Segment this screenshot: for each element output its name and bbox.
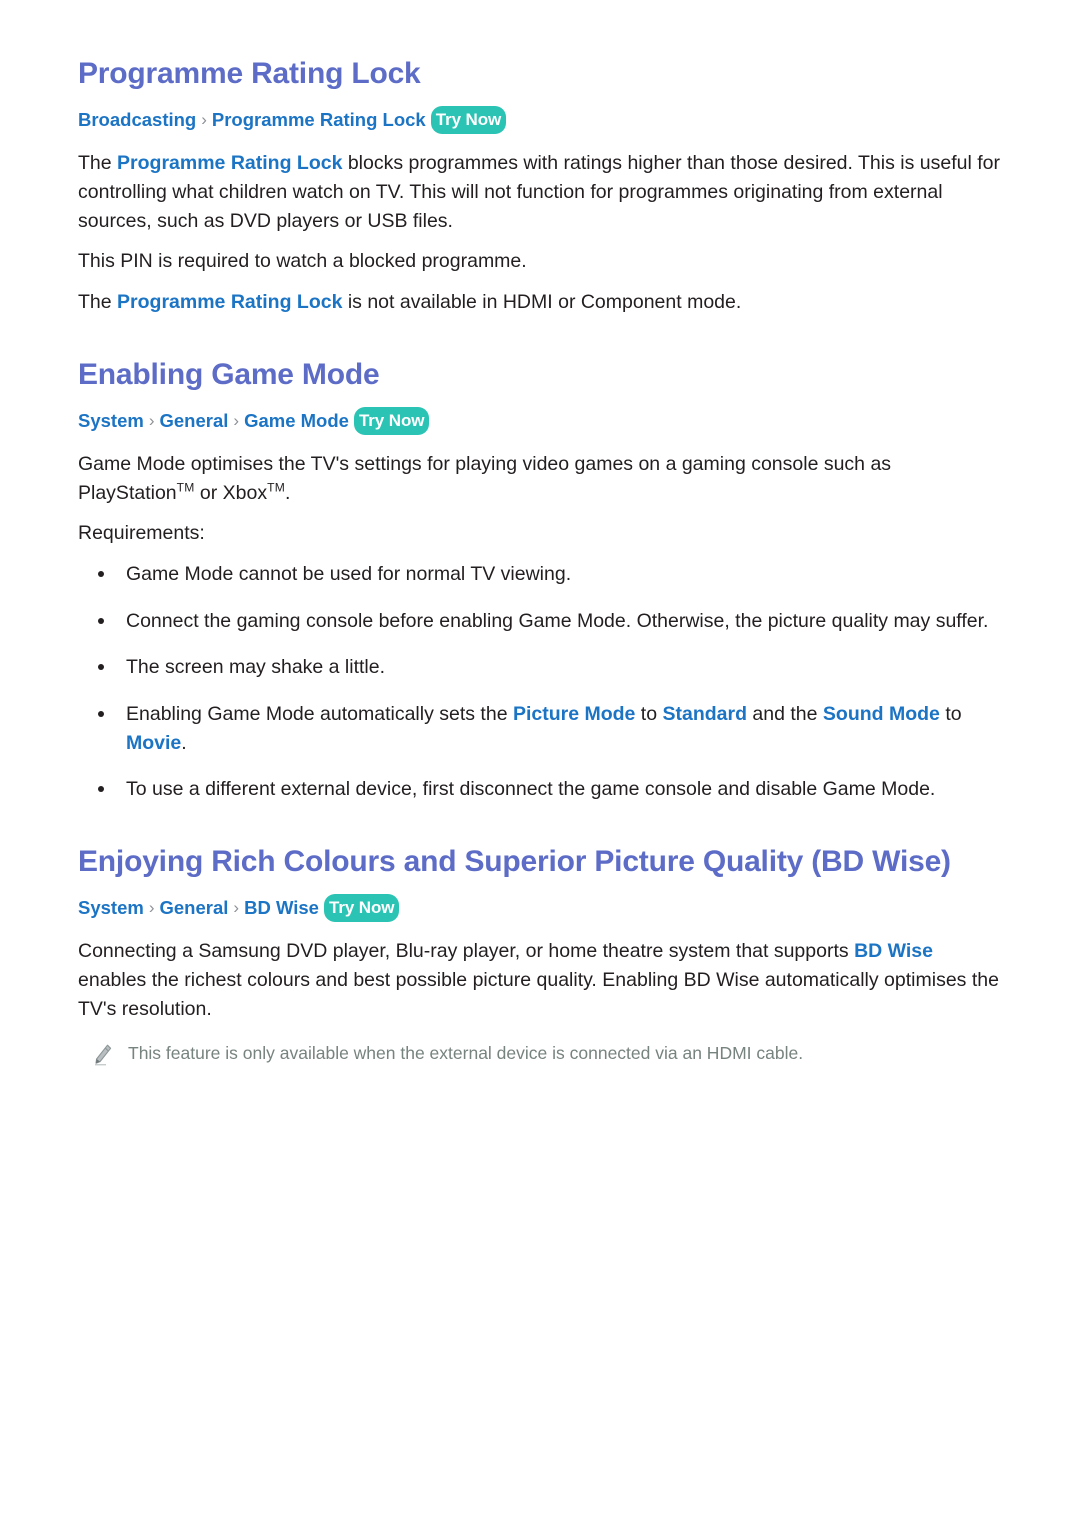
text-run: to — [939, 703, 962, 725]
breadcrumb-item[interactable]: Programme Rating Lock — [212, 109, 426, 130]
text-run: . — [181, 731, 187, 754]
inline-highlight: Movie — [126, 731, 182, 754]
text-run: The — [78, 152, 118, 175]
chevron-right-icon: › — [148, 898, 155, 918]
section-heading: Enabling Game Mode — [78, 357, 380, 391]
breadcrumb-item[interactable]: System — [78, 410, 144, 431]
chevron-right-icon: › — [233, 898, 240, 918]
body-paragraph: Connecting a Samsung DVD player, Blu-ray… — [78, 937, 1002, 1023]
inline-highlight: BD Wise — [854, 940, 933, 963]
breadcrumb-item[interactable]: System — [78, 897, 144, 918]
text-run: . — [284, 481, 291, 504]
text-run: to — [635, 703, 663, 725]
section-bd-wise: Enjoying Rich Colours and Superior Pictu… — [78, 844, 1002, 1067]
requirements-list: Game Mode cannot be used for normal TV v… — [78, 560, 1002, 804]
text-run: Requirements: — [78, 522, 205, 545]
section-heading: Enjoying Rich Colours and Superior Pictu… — [78, 844, 951, 878]
note-text: This feature is only available when the … — [128, 1043, 804, 1064]
body-paragraph: The Programme Rating Lock blocks program… — [78, 149, 1002, 235]
document-page: Programme Rating Lock Broadcasting › Progra… — [0, 0, 1080, 1527]
text-run: This PIN is required to watch a blocked … — [78, 250, 527, 273]
chevron-right-icon: › — [233, 411, 240, 431]
inline-highlight: Standard — [662, 703, 748, 725]
inline-highlight: Sound Mode — [822, 703, 940, 725]
sections-container: Programme Rating Lock Broadcasting › Progra… — [78, 56, 1002, 1067]
section-heading: Programme Rating Lock — [78, 57, 421, 90]
breadcrumb-item[interactable]: General — [160, 410, 229, 431]
text-run: and the — [747, 703, 823, 725]
list-item: To use a different external device, firs… — [78, 775, 1002, 804]
list-item: Enabling Game Mode automatically sets th… — [78, 700, 1002, 757]
note-callout: This feature is only available when the … — [78, 1041, 1002, 1067]
text-run: Connect the gaming console before enabli… — [126, 609, 989, 632]
try-now-badge[interactable]: Try Now — [430, 106, 507, 135]
text-run: or Xbox — [194, 481, 268, 504]
text-run: To use a different external device, firs… — [126, 778, 936, 801]
text-run: The screen may shake a little. — [126, 656, 386, 679]
list-item: Game Mode cannot be used for normal TV v… — [78, 560, 1002, 589]
breadcrumb-item[interactable]: Game Mode — [244, 410, 349, 431]
try-now-badge[interactable]: Try Now — [323, 894, 400, 923]
inline-highlight: Programme Rating Lock — [117, 291, 343, 314]
chevron-right-icon: › — [148, 411, 155, 431]
body-paragraph: Requirements: — [78, 519, 1002, 548]
text-run: is not available in HDMI or Component mo… — [342, 291, 742, 314]
trademark-symbol: TM — [267, 480, 285, 495]
inline-highlight: Programme Rating Lock — [117, 152, 343, 175]
body-paragraph: Game Mode optimises the TV's settings fo… — [78, 450, 1002, 507]
section-enabling-game-mode: Enabling Game Mode System › General › Game Mo… — [78, 357, 1002, 804]
text-run: Game Mode cannot be used for normal TV v… — [126, 563, 572, 586]
breadcrumb: System › General › Game Mode Try Now — [78, 407, 1002, 436]
inline-highlight: Picture Mode — [512, 703, 636, 725]
breadcrumb-item[interactable]: General — [160, 897, 229, 918]
trademark-symbol: TM — [176, 480, 195, 495]
pencil-icon — [92, 1043, 114, 1067]
list-item: The screen may shake a little. — [78, 653, 1002, 682]
body-paragraph: The Programme Rating Lock is not availab… — [78, 288, 1002, 317]
section-programme-rating-lock: Programme Rating Lock Broadcasting › Progra… — [78, 56, 1002, 317]
text-run: Connecting a Samsung DVD player, Blu-ray… — [78, 940, 855, 963]
text-run: The — [78, 291, 118, 314]
breadcrumb: Broadcasting › Programme Rating Lock Try No… — [78, 106, 1002, 135]
breadcrumb-item[interactable]: BD Wise — [244, 897, 319, 918]
try-now-badge[interactable]: Try Now — [353, 407, 430, 436]
chevron-right-icon: › — [201, 110, 207, 130]
body-paragraph: This PIN is required to watch a blocked … — [78, 247, 1002, 276]
text-run: Enabling Game Mode automatically sets th… — [126, 703, 513, 725]
text-run: enables the richest colours and best pos… — [78, 969, 999, 1020]
breadcrumb: System › General › BD Wise Try Now — [78, 894, 1002, 923]
breadcrumb-item[interactable]: Broadcasting — [78, 109, 196, 130]
list-item: Connect the gaming console before enabli… — [78, 607, 1002, 636]
